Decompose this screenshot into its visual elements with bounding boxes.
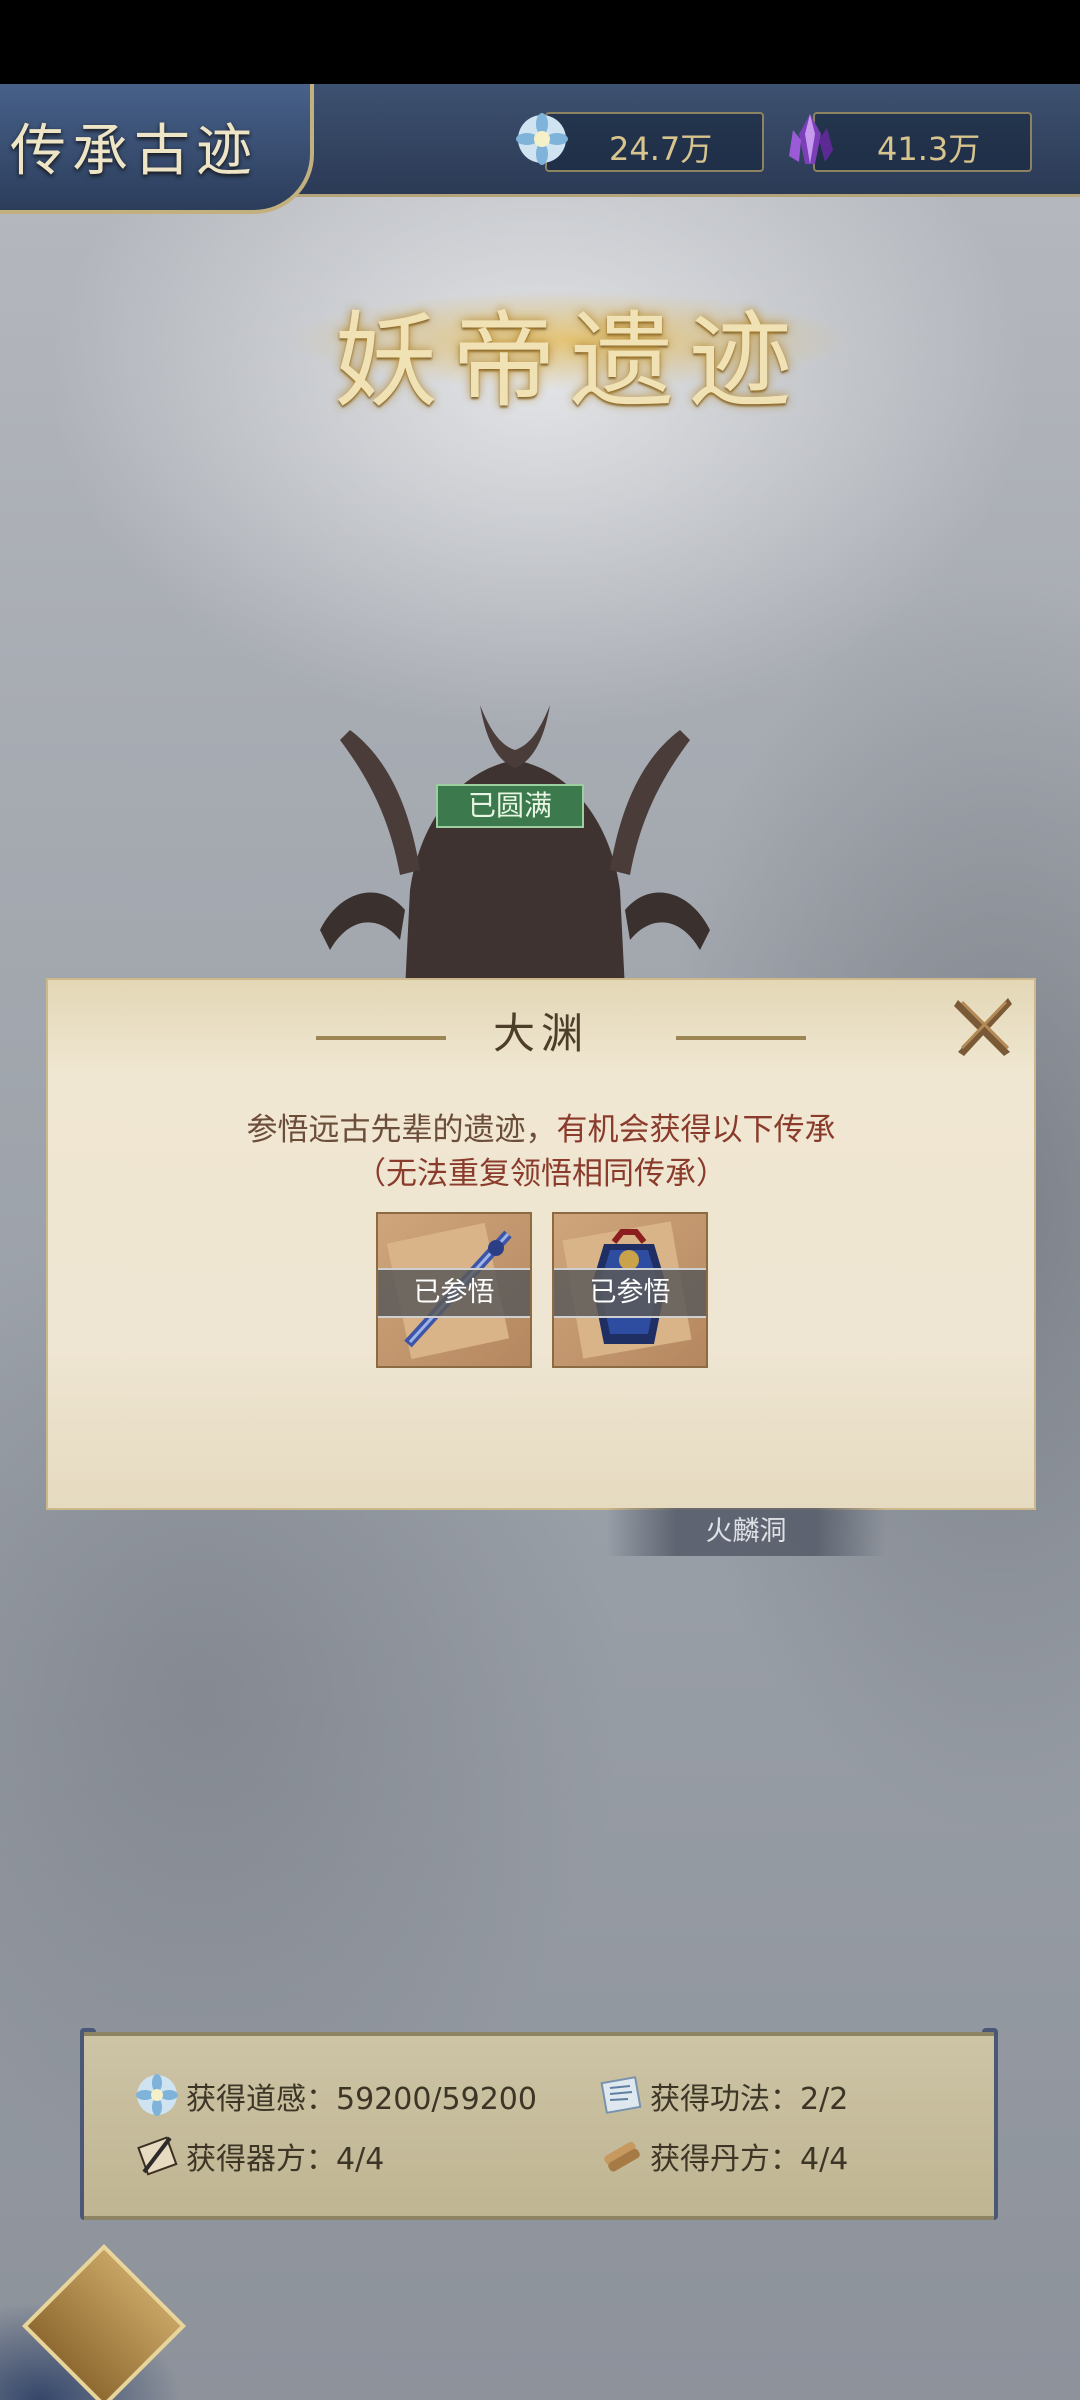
artifact-scroll-icon [137, 2136, 178, 2176]
crystal-amount: 41.3万 [877, 130, 981, 168]
location-label[interactable]: 火麟洞 [606, 1508, 886, 1556]
artifact-recipes-text: 获得器方：4/4 [186, 2142, 385, 2177]
page-title: 传承古迹 [10, 119, 258, 184]
scroll-map-icon [600, 2076, 642, 2114]
modal-title: 大渊 [492, 1009, 589, 1058]
status-badge: 已圆满 [436, 784, 584, 828]
modal-note: （无法重复领悟相同传承） [355, 1156, 727, 1192]
techniques-text: 获得功法：2/2 [650, 2082, 849, 2117]
close-icon[interactable] [948, 992, 1018, 1062]
status-bar [0, 0, 1080, 84]
lotus-icon [136, 2074, 178, 2116]
modal-description: 参悟远古先辈的遗迹，有机会获得以下传承 [48, 1104, 1034, 1149]
inheritance-item-2[interactable]: 已参悟 [552, 1212, 708, 1368]
item-status-tag: 已参悟 [378, 1268, 530, 1318]
lotus-amount: 24.7万 [609, 130, 713, 168]
demon-emperor-throne-silhouette[interactable] [310, 700, 720, 990]
pill-scroll-icon [604, 2141, 640, 2172]
page-title-plate: 传承古迹 [0, 84, 314, 214]
description-part1: 参悟远古先辈的遗迹， [246, 1112, 557, 1148]
item-status-tag: 已参悟 [554, 1268, 706, 1318]
game-screen: 传承古迹 24.7万 41.3万 妖帝遗迹 已圆满 大渊 参悟远古先辈的遗迹，有… [0, 0, 1080, 2400]
progress-scroll-panel: 获得道感：59200/59200 获得功法：2/2 获得器方：4/4 获得丹方：… [84, 2032, 994, 2220]
description-part2: 有机会获得以下传承 [556, 1112, 836, 1148]
ruins-title: 妖帝遗迹 [333, 300, 806, 422]
inheritance-modal: 大渊 参悟远古先辈的遗迹，有机会获得以下传承 （无法重复领悟相同传承） 已参悟 [46, 978, 1036, 1510]
pill-recipes-text: 获得丹方：4/4 [650, 2142, 849, 2177]
lotus-icon [516, 113, 568, 165]
resource-crystal[interactable]: 41.3万 [789, 112, 1032, 172]
purple-crystal-icon [789, 114, 833, 164]
inheritance-item-1[interactable]: 已参悟 [376, 1212, 532, 1368]
resource-lotus[interactable]: 24.7万 [516, 112, 764, 172]
dao-sense-text: 获得道感：59200/59200 [186, 2082, 537, 2117]
